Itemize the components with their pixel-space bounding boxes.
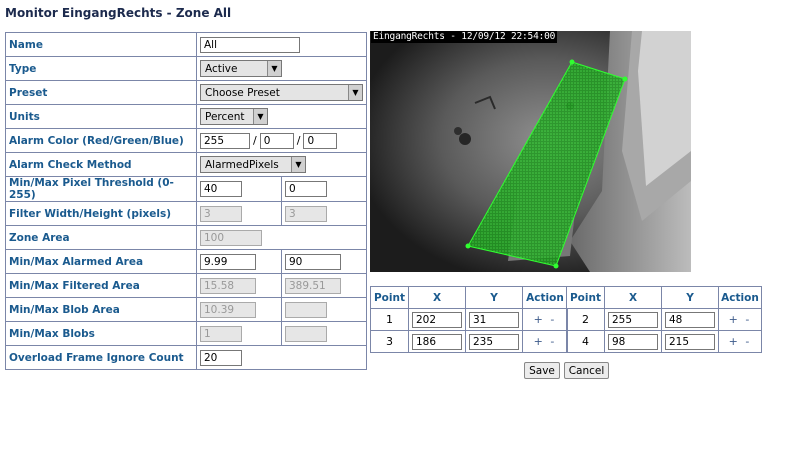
save-button[interactable]: Save [524,362,560,379]
point-y-input[interactable]: 48 [665,311,715,328]
table-row: 2 255 48 + - [566,308,762,331]
filter-size-label: Filter Width/Height (pixels) [5,201,197,226]
point-actions[interactable]: + - [534,313,557,326]
type-select[interactable]: Active ▼ [200,60,282,77]
type-select-value: Active [205,62,238,75]
x-header: X [604,286,662,309]
alarm-check-select[interactable]: AlarmedPixels ▼ [200,156,306,173]
points-table-right: Point X Y Action 2 255 48 + - 4 98 215 +… [566,286,762,353]
zone-vertex-handle [553,263,559,269]
point-number: 4 [566,330,605,353]
chevron-down-icon: ▼ [291,157,305,172]
alarmed-area-label: Min/Max Alarmed Area [5,249,197,274]
chevron-down-icon: ▼ [348,85,362,100]
alarmed-area-min-input[interactable]: 9.99 [200,253,256,270]
action-header: Action [718,286,762,309]
filtered-area-label: Min/Max Filtered Area [5,273,197,298]
overload-input[interactable]: 20 [200,349,242,366]
point-actions[interactable]: + - [534,335,557,348]
preset-select-value: Choose Preset [205,86,280,99]
filtered-area-min-input[interactable]: 15.58 [200,277,256,294]
filtered-area-max-input[interactable]: 389.51 [285,277,341,294]
alarm-color-green-input[interactable]: 0 [259,132,294,149]
point-y-input[interactable]: 215 [665,333,715,350]
units-select-value: Percent [205,110,245,123]
camera-view[interactable]: EingangRechts - 12/09/12 22:54:00 [370,31,691,272]
chevron-down-icon: ▼ [267,61,281,76]
x-header: X [408,286,466,309]
blob-area-max-input[interactable] [285,301,327,318]
separator: / [296,133,301,147]
alarm-color-red-input[interactable]: 255 [200,132,250,149]
overload-label: Overload Frame Ignore Count [5,345,197,370]
filter-width-input[interactable]: 3 [200,205,242,222]
point-number: 3 [370,330,409,353]
units-label: Units [5,104,197,129]
zone-settings-table: Name All Type Active ▼ Preset Choose Pres… [5,32,367,370]
type-label: Type [5,56,197,81]
point-header: Point [370,286,409,309]
zone-area-label: Zone Area [5,225,197,250]
point-actions[interactable]: + - [729,313,752,326]
name-label: Name [5,32,197,57]
point-number: 2 [566,308,605,331]
separator: / [253,133,257,147]
table-row: 1 202 31 + - [370,308,568,331]
camera-image [370,31,691,272]
y-header: Y [661,286,719,309]
table-row: 4 98 215 + - [566,330,762,353]
point-header: Point [566,286,605,309]
table-row: 3 186 235 + - [370,330,568,353]
point-number: 1 [370,308,409,331]
y-header: Y [465,286,523,309]
point-x-input[interactable]: 255 [608,311,658,328]
blobs-min-input[interactable]: 1 [200,325,242,342]
blobs-max-input[interactable] [285,325,327,342]
point-x-input[interactable]: 186 [412,333,462,350]
blobs-label: Min/Max Blobs [5,321,197,346]
preset-label: Preset [5,80,197,105]
action-header: Action [522,286,568,309]
filter-height-input[interactable]: 3 [285,205,327,222]
units-select[interactable]: Percent ▼ [200,108,268,125]
zone-area-input[interactable]: 100 [200,229,262,246]
alarm-color-label: Alarm Color (Red/Green/Blue) [5,128,197,153]
pixel-threshold-max-input[interactable]: 0 [285,181,327,197]
alarm-color-blue-input[interactable]: 0 [303,132,338,149]
point-y-input[interactable]: 31 [469,311,519,328]
point-y-input[interactable]: 235 [469,333,519,350]
pixel-threshold-label: Min/Max Pixel Threshold (0-255) [5,176,197,202]
zone-vertex-handle [465,243,471,249]
alarm-check-select-value: AlarmedPixels [205,158,279,171]
blob-area-label: Min/Max Blob Area [5,297,197,322]
zone-vertex-handle [569,59,575,65]
alarmed-area-max-input[interactable]: 90 [285,253,341,270]
page-title: Monitor EingangRechts - Zone All [5,6,232,20]
preset-select[interactable]: Choose Preset ▼ [200,84,363,101]
point-actions[interactable]: + - [729,335,752,348]
cancel-button[interactable]: Cancel [564,362,609,379]
alarm-check-label: Alarm Check Method [5,152,197,177]
points-table-left: Point X Y Action 1 202 31 + - 3 186 235 … [370,286,568,353]
point-x-input[interactable]: 202 [412,311,462,328]
name-input[interactable]: All [200,36,300,53]
camera-timestamp: EingangRechts - 12/09/12 22:54:00 [371,31,558,43]
point-x-input[interactable]: 98 [608,333,658,350]
chevron-down-icon: ▼ [253,109,267,124]
blob-area-min-input[interactable]: 10.39 [200,301,256,318]
zone-vertex-handle [622,76,628,82]
pixel-threshold-min-input[interactable]: 40 [200,181,242,197]
